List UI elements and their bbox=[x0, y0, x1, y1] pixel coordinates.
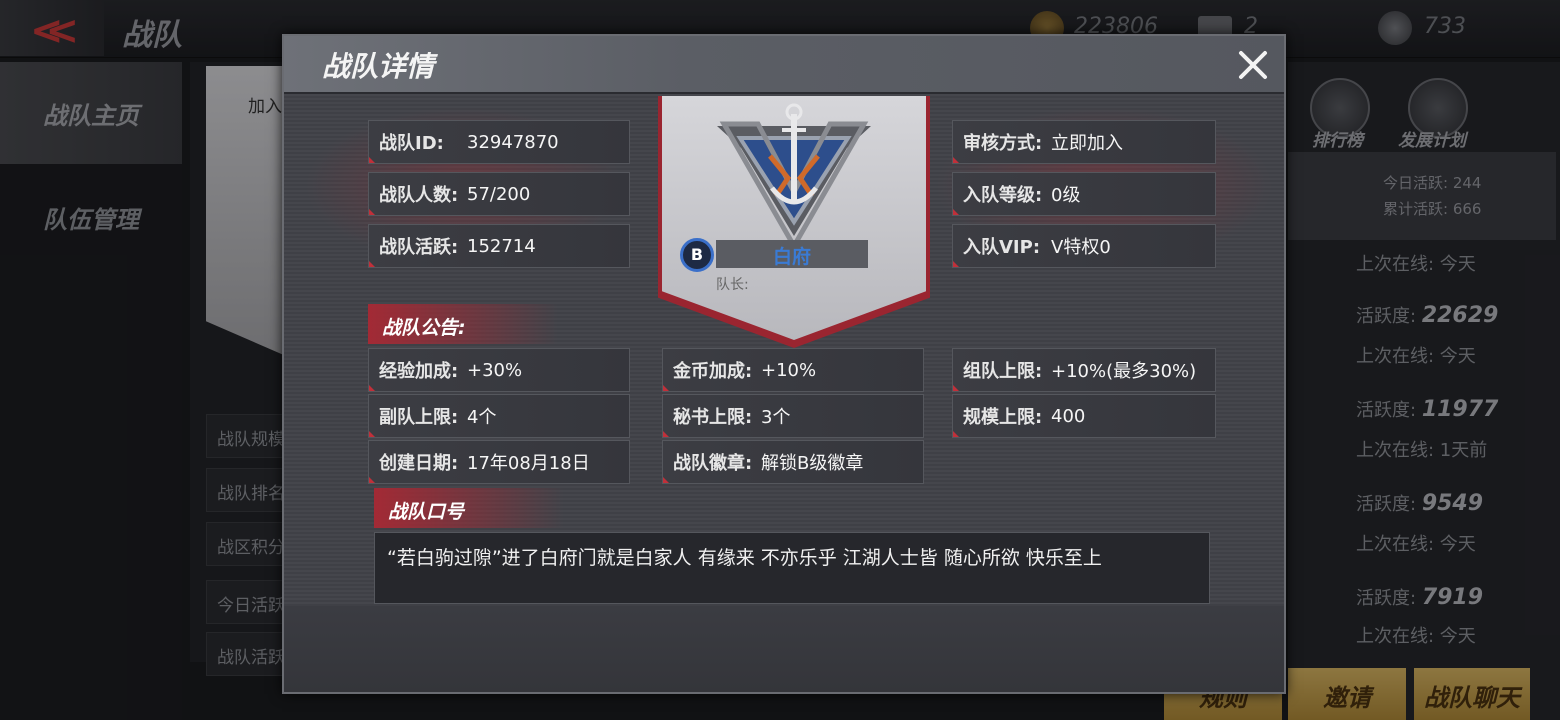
field-value: +30% bbox=[467, 359, 523, 381]
join-level-value: 0级 bbox=[1051, 185, 1081, 206]
field-value: 解锁B级徽章 bbox=[761, 453, 864, 474]
stat-field: 经验加成: +30% bbox=[368, 348, 630, 392]
modal-title: 战队详情 bbox=[322, 50, 435, 83]
field-label: 审核方式: bbox=[963, 133, 1043, 154]
team-emblem bbox=[662, 96, 926, 340]
field-label: 金币加成: bbox=[673, 361, 753, 382]
team-detail-modal: 战队详情 战队ID: 32947870 战队人数: 57/200 战队活跃: 1… bbox=[282, 34, 1286, 694]
field-label: 战队活跃: bbox=[379, 237, 459, 258]
field-label: 创建日期: bbox=[379, 453, 459, 474]
review-method-field: 审核方式: 立即加入 bbox=[952, 120, 1216, 164]
close-icon[interactable] bbox=[1232, 44, 1274, 86]
field-label: 战队人数: bbox=[379, 185, 459, 206]
captain-label: 队长: bbox=[716, 277, 749, 293]
field-value: 3个 bbox=[761, 407, 791, 428]
field-label: 经验加成: bbox=[379, 361, 459, 382]
field-label: 副队上限: bbox=[379, 407, 459, 428]
stat-field: 组队上限: +10%(最多30%) bbox=[952, 348, 1216, 392]
field-value: 4个 bbox=[467, 407, 497, 428]
team-members-field: 战队人数: 57/200 bbox=[368, 172, 630, 216]
stat-field: 创建日期: 17年08月18日 bbox=[368, 440, 630, 484]
modal-footer bbox=[284, 606, 1284, 692]
field-value: +10% bbox=[761, 359, 817, 381]
slogan-text: “若白驹过隙”进了白府门就是白家人 有缘来 不亦乐乎 江湖人士皆 随心所欲 快乐… bbox=[374, 532, 1210, 604]
slogan-heading: 战队口号 bbox=[374, 488, 564, 528]
team-name: 白府 bbox=[772, 246, 811, 268]
field-label: 战队徽章: bbox=[673, 453, 753, 474]
join-level-field: 入队等级: 0级 bbox=[952, 172, 1216, 216]
field-label: 秘书上限: bbox=[673, 407, 753, 428]
join-vip-value: V特权0 bbox=[1051, 237, 1111, 258]
team-id-field: 战队ID: 32947870 bbox=[368, 120, 630, 164]
field-label: 组队上限: bbox=[963, 361, 1043, 382]
field-value: +10%(最多30%) bbox=[1051, 361, 1197, 382]
team-members-value: 57/200 bbox=[467, 183, 531, 205]
team-grade-badge: B bbox=[680, 238, 714, 272]
stat-field: 金币加成: +10% bbox=[662, 348, 924, 392]
field-label: 战队ID: bbox=[379, 133, 444, 154]
field-label: 入队VIP: bbox=[963, 237, 1041, 258]
team-activity-field: 战队活跃: 152714 bbox=[368, 224, 630, 268]
modal-header: 战队详情 bbox=[284, 36, 1284, 94]
join-vip-field: 入队VIP: V特权0 bbox=[952, 224, 1216, 268]
stat-field: 战队徽章: 解锁B级徽章 bbox=[662, 440, 924, 484]
stat-field: 副队上限: 4个 bbox=[368, 394, 630, 438]
stat-field: 规模上限: 400 bbox=[952, 394, 1216, 438]
field-value: 17年08月18日 bbox=[467, 453, 590, 474]
team-id-value: 32947870 bbox=[467, 131, 559, 153]
field-label: 入队等级: bbox=[963, 185, 1043, 206]
review-method-value: 立即加入 bbox=[1051, 133, 1123, 154]
team-activity-value: 152714 bbox=[467, 235, 536, 257]
notice-heading: 战队公告: bbox=[368, 304, 558, 344]
field-label: 规模上限: bbox=[963, 407, 1043, 428]
field-value: 400 bbox=[1051, 405, 1086, 427]
stat-field: 秘书上限: 3个 bbox=[662, 394, 924, 438]
